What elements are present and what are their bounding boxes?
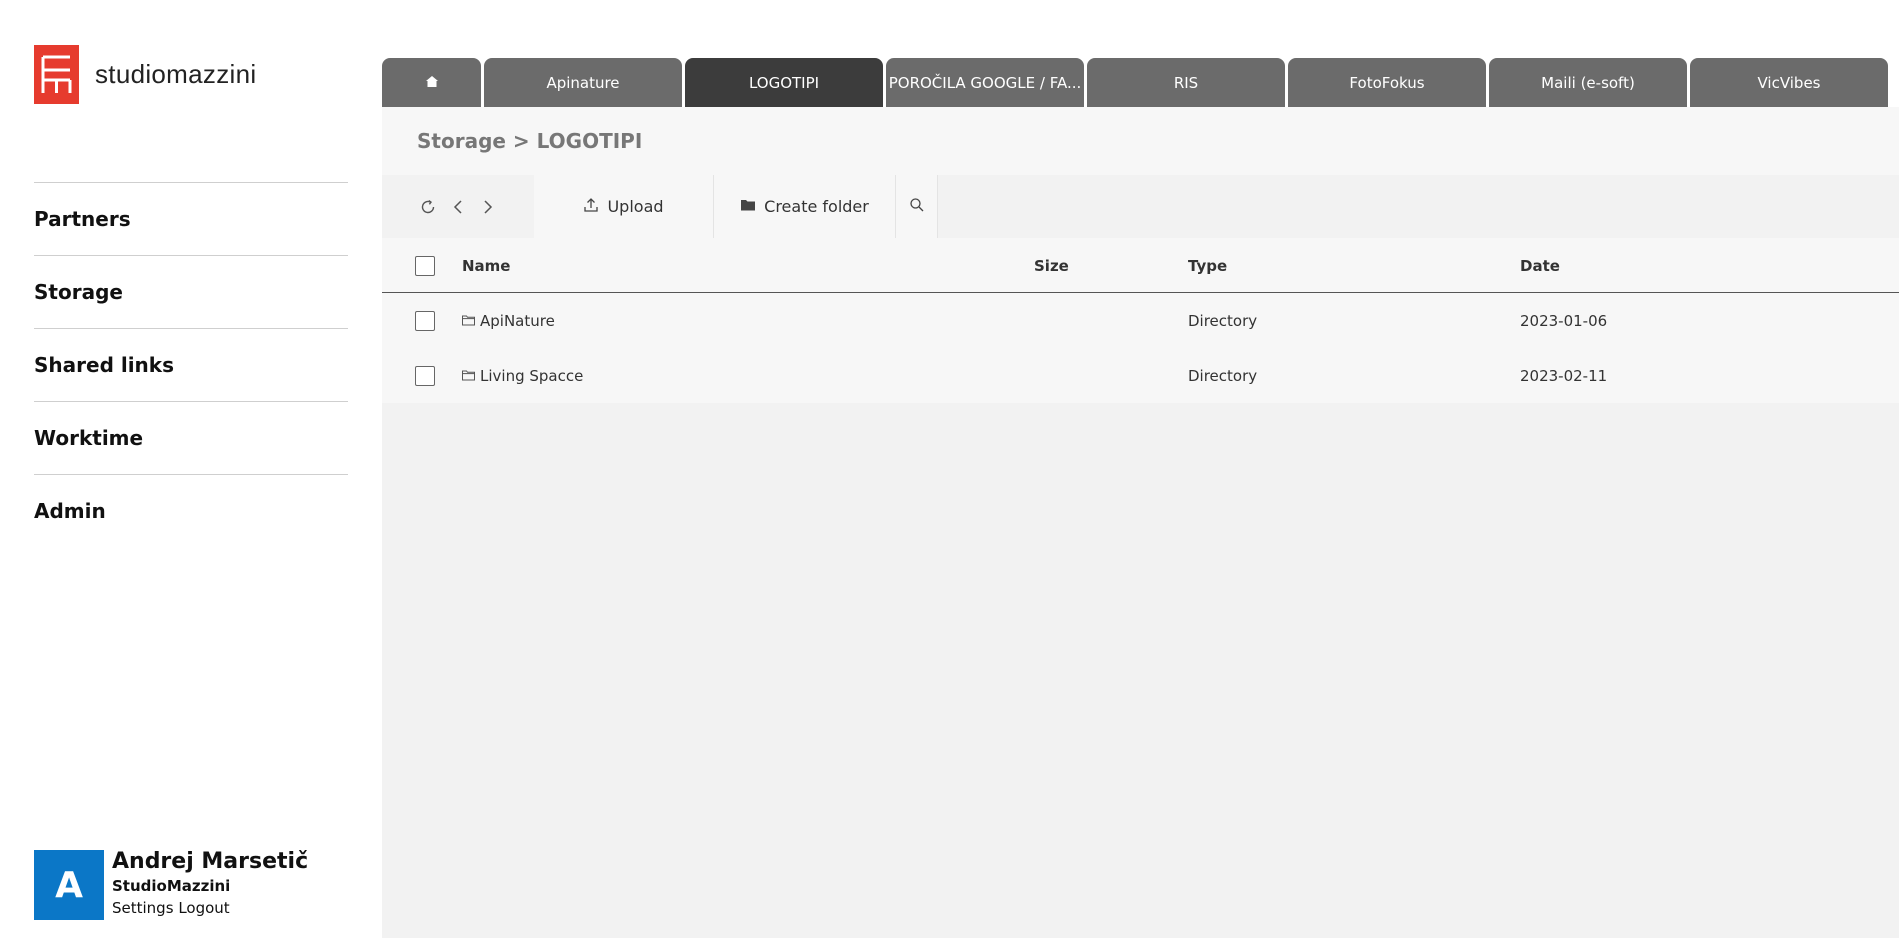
back-arrow-icon[interactable] — [447, 196, 469, 218]
search-icon — [909, 197, 925, 217]
row-name: Living Spacce — [480, 366, 584, 385]
row-check-cell — [415, 348, 435, 403]
column-header-date[interactable]: Date — [1520, 238, 1560, 293]
table-row[interactable]: Living Spacce Directory 2023-02-11 — [382, 348, 1899, 403]
table-row[interactable]: ApiNature Directory 2023-01-06 — [382, 293, 1899, 348]
user-panel: A Andrej Marsetič StudioMazzini Settings… — [34, 849, 309, 920]
forward-arrow-icon[interactable] — [477, 196, 499, 218]
sidebar: studiomazzini Partners Storage Shared li… — [0, 0, 382, 938]
sidebar-item-partners[interactable]: Partners — [34, 182, 348, 255]
table-header: Name Size Type Date — [382, 238, 1899, 293]
row-type: Directory — [1188, 311, 1258, 330]
create-folder-button[interactable]: Create folder — [714, 175, 896, 238]
logo[interactable]: studiomazzini — [34, 45, 256, 104]
tab-porocila-google[interactable]: POROČILA GOOGLE / FA... — [886, 58, 1084, 107]
row-checkbox[interactable] — [415, 365, 435, 386]
partner-tabs: Apinature LOGOTIPI POROČILA GOOGLE / FA.… — [382, 58, 1891, 107]
column-header-size[interactable]: Size — [1034, 238, 1069, 293]
user-info: Andrej Marsetič StudioMazzini Settings L… — [112, 849, 309, 920]
tab-maili-esoft[interactable]: Maili (e-soft) — [1489, 58, 1687, 107]
upload-label: Upload — [607, 197, 664, 216]
row-date: 2023-01-06 — [1520, 311, 1608, 330]
folder-icon — [462, 315, 475, 326]
sidebar-item-storage[interactable]: Storage — [34, 255, 348, 328]
row-check-cell — [415, 293, 435, 348]
refresh-icon[interactable] — [417, 196, 439, 218]
sidebar-nav: Partners Storage Shared links Worktime A… — [34, 182, 348, 547]
row-date: 2023-02-11 — [1520, 366, 1608, 385]
column-header-name[interactable]: Name — [462, 238, 510, 293]
sidebar-item-label: Admin — [34, 499, 106, 523]
logo-mark-icon — [34, 45, 79, 104]
select-all-cell — [415, 238, 435, 293]
tab-apinature[interactable]: Apinature — [484, 58, 682, 107]
sidebar-item-admin[interactable]: Admin — [34, 474, 348, 547]
tab-label: Maili (e-soft) — [1541, 73, 1635, 92]
sidebar-item-label: Shared links — [34, 353, 174, 377]
storage-panel: Storage > LOGOTIPI Upload Create folder … — [382, 107, 1899, 938]
sidebar-item-label: Worktime — [34, 426, 144, 450]
tab-label: FotoFokus — [1349, 73, 1425, 92]
tab-label: Apinature — [546, 73, 620, 92]
brand-name: studiomazzini — [95, 59, 257, 89]
row-name-cell[interactable]: ApiNature — [462, 293, 555, 348]
navigation-controls — [382, 175, 534, 238]
breadcrumb: Storage > LOGOTIPI — [382, 107, 1899, 175]
tab-label: RIS — [1173, 73, 1199, 92]
avatar[interactable]: A — [34, 850, 104, 920]
tab-label: POROČILA GOOGLE / FA... — [888, 73, 1082, 92]
upload-button[interactable]: Upload — [534, 175, 714, 238]
home-icon — [425, 74, 439, 92]
sidebar-item-worktime[interactable]: Worktime — [34, 401, 348, 474]
folder-filled-icon — [740, 197, 756, 216]
select-all-checkbox[interactable] — [415, 255, 435, 276]
user-company: StudioMazzini — [112, 877, 231, 895]
tab-home[interactable] — [382, 58, 481, 107]
tab-label: LOGOTIPI — [748, 73, 820, 92]
row-type: Directory — [1188, 366, 1258, 385]
storage-toolbar: Upload Create folder — [382, 175, 938, 238]
sidebar-item-label: Partners — [34, 207, 131, 231]
tab-logotipi[interactable]: LOGOTIPI — [685, 58, 883, 107]
upload-icon — [583, 197, 599, 217]
row-name-cell[interactable]: Living Spacce — [462, 348, 583, 403]
logout-link[interactable]: Logout — [178, 899, 229, 917]
row-name: ApiNature — [480, 311, 555, 330]
row-checkbox[interactable] — [415, 310, 435, 331]
tab-label: VicVibes — [1757, 73, 1821, 92]
settings-link[interactable]: Settings — [112, 899, 174, 917]
user-actions: Settings Logout — [112, 896, 308, 920]
file-table: Name Size Type Date ApiNature Directory — [382, 238, 1899, 403]
folder-icon — [462, 370, 475, 381]
search-button[interactable] — [896, 175, 938, 238]
tab-vicvibes[interactable]: VicVibes — [1690, 58, 1888, 107]
column-header-type[interactable]: Type — [1188, 238, 1227, 293]
sidebar-item-label: Storage — [34, 280, 123, 304]
main-area: Apinature LOGOTIPI POROČILA GOOGLE / FA.… — [382, 0, 1899, 938]
tab-ris[interactable]: RIS — [1087, 58, 1285, 107]
create-folder-label: Create folder — [764, 197, 869, 216]
user-name: Andrej Marsetič — [112, 849, 309, 874]
tab-fotofokus[interactable]: FotoFokus — [1288, 58, 1486, 107]
sidebar-item-shared-links[interactable]: Shared links — [34, 328, 348, 401]
